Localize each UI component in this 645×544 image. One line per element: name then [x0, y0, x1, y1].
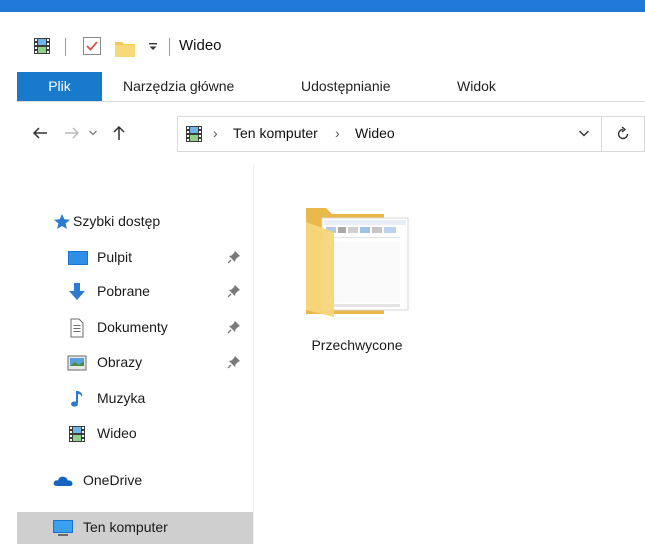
arrow-up-icon — [113, 125, 125, 140]
properties-check-icon[interactable] — [83, 37, 101, 55]
sidebar-item-downloads[interactable]: Pobrane — [17, 276, 253, 308]
refresh-button[interactable] — [602, 116, 645, 152]
sidebar-item-documents[interactable]: Dokumenty — [17, 312, 253, 344]
sidebar-item-desktop[interactable]: Pulpit — [17, 242, 253, 274]
star-icon — [52, 212, 72, 232]
pin-icon[interactable] — [227, 320, 241, 334]
sidebar-item-label: Ten komputer — [83, 519, 168, 535]
music-note-icon — [67, 389, 87, 409]
sidebar-item-onedrive[interactable]: OneDrive — [17, 465, 253, 497]
cloud-icon — [52, 471, 73, 491]
tab-home[interactable]: Narzędzia główne — [123, 72, 234, 101]
computer-icon — [52, 518, 73, 538]
sidebar-item-videos[interactable]: Wideo — [17, 418, 253, 450]
sidebar-item-quick-access[interactable]: Szybki dostęp — [17, 206, 253, 238]
pin-icon[interactable] — [227, 355, 241, 369]
sidebar-item-label: OneDrive — [83, 472, 143, 488]
title-separator — [65, 38, 66, 56]
folder-tile[interactable]: Przechwycone — [292, 192, 422, 362]
chevron-down-icon — [579, 130, 589, 137]
title-bar: Wideo — [17, 12, 645, 72]
breadcrumb-chevron-icon[interactable]: › — [213, 125, 218, 141]
chevron-down-icon — [89, 130, 97, 136]
ribbon-tabs: Plik Narzędzia główne Udostępnianie Wido… — [17, 72, 645, 102]
back-button[interactable] — [27, 102, 53, 164]
sidebar-item-label: Szybki dostęp — [73, 213, 161, 229]
download-arrow-icon — [67, 282, 87, 302]
file-list: Przechwycone — [254, 164, 645, 544]
sidebar-item-music[interactable]: Muzyka — [17, 383, 253, 415]
sidebar-item-label: Pobrane — [97, 283, 150, 299]
breadcrumb-chevron-icon[interactable]: › — [335, 125, 340, 141]
new-folder-icon[interactable] — [114, 37, 136, 61]
folder-name: Przechwycone — [311, 337, 403, 353]
pictures-icon — [67, 353, 87, 373]
sidebar-item-label: Pulpit — [97, 249, 133, 265]
navigation-row: › Ten komputer › Wideo — [17, 102, 645, 164]
tab-view[interactable]: Widok — [457, 72, 496, 101]
folder-icon — [304, 202, 414, 317]
sidebar-item-pictures[interactable]: Obrazy — [17, 347, 253, 379]
pin-icon[interactable] — [227, 284, 241, 298]
address-dropdown-button[interactable] — [577, 126, 593, 142]
pin-icon[interactable] — [227, 250, 241, 264]
tab-share[interactable]: Udostępnianie — [301, 72, 391, 101]
arrow-right-icon — [65, 127, 80, 139]
film-icon — [67, 424, 87, 444]
document-icon — [67, 318, 87, 338]
window-top-border — [0, 0, 645, 12]
sidebar-item-label: Dokumenty — [97, 319, 168, 335]
window-title: Wideo — [179, 37, 222, 54]
customize-toolbar-chevron-icon[interactable] — [147, 40, 161, 54]
up-button[interactable] — [106, 102, 132, 164]
forward-button[interactable] — [59, 102, 85, 164]
sidebar-item-label: Obrazy — [97, 354, 143, 370]
desktop-icon — [67, 248, 88, 268]
breadcrumb-videos[interactable]: Wideo — [355, 125, 395, 141]
title-separator — [169, 38, 170, 56]
sidebar-item-label: Wideo — [97, 425, 137, 441]
navigation-pane: Szybki dostęp Pulpit Pobrane Dokumenty O… — [17, 164, 253, 544]
recent-locations-button[interactable] — [83, 102, 103, 164]
address-bar[interactable]: › Ten komputer › Wideo — [177, 116, 602, 152]
breadcrumb-this-pc[interactable]: Ten komputer — [233, 125, 318, 141]
refresh-icon — [617, 126, 629, 140]
arrow-left-icon — [32, 127, 47, 139]
sidebar-item-label: Muzyka — [97, 390, 146, 406]
film-icon — [184, 124, 204, 144]
film-icon[interactable] — [32, 36, 52, 56]
file-explorer-window: Wideo Plik Narzędzia główne Udostępniani… — [17, 12, 645, 544]
tab-file[interactable]: Plik — [17, 72, 102, 101]
sidebar-item-this-pc[interactable]: Ten komputer — [17, 512, 253, 544]
